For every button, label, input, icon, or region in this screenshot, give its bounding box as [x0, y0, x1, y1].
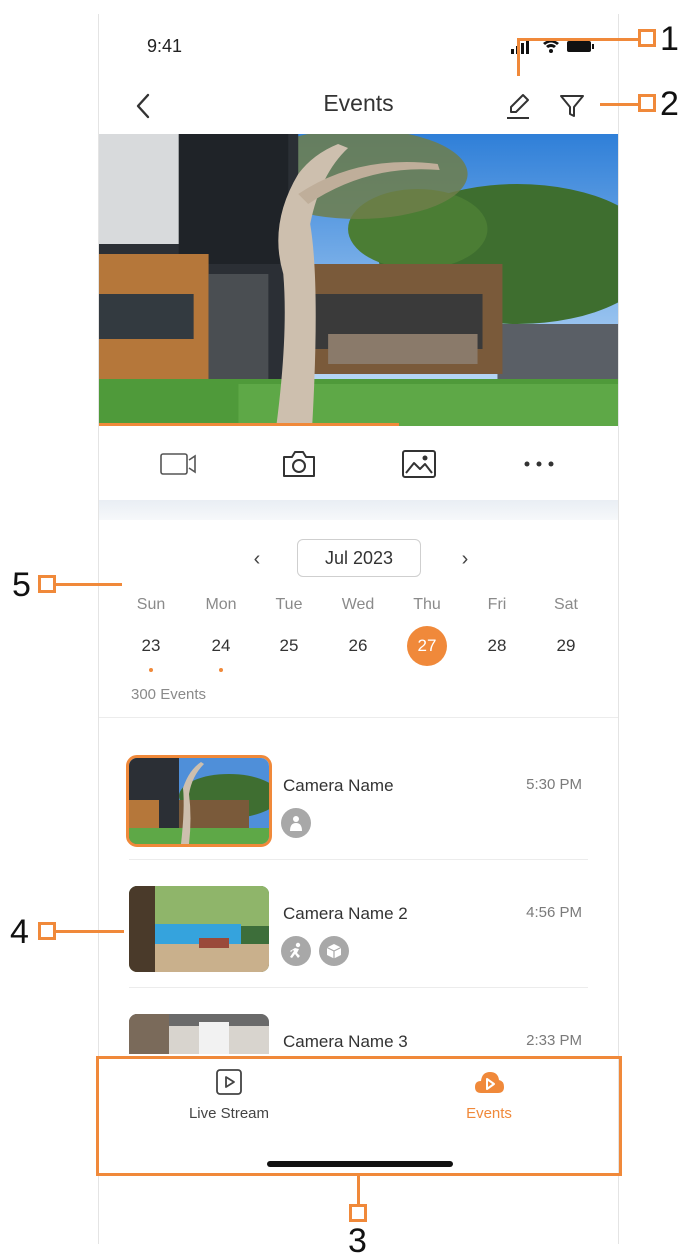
events-count: 300 Events [131, 686, 207, 703]
date-number: 28 [487, 636, 507, 655]
event-thumbnail-image [129, 886, 269, 972]
annotation-number: 4 [10, 913, 29, 951]
annotation-marker [638, 94, 656, 112]
wifi-icon [543, 40, 559, 53]
annotation-marker [349, 1204, 367, 1222]
package-icon [319, 936, 349, 966]
weekday-header: Sun Mon Tue Wed Thu Fri Sat [118, 596, 604, 620]
battery-icon [567, 41, 594, 52]
weekday-label: Mon [205, 596, 237, 613]
annotation-leader [600, 103, 638, 106]
status-time: 9:41 [147, 36, 183, 56]
record-video-button[interactable] [157, 446, 201, 482]
next-month-chevron-icon[interactable]: › [453, 547, 477, 571]
back-chevron-icon[interactable] [133, 92, 155, 120]
event-thumbnail[interactable] [129, 886, 269, 972]
event-row[interactable]: Camera Name 3 2:33 PM [99, 974, 618, 1054]
date-cell[interactable]: 29 [536, 626, 596, 666]
edit-pencil-icon[interactable] [503, 90, 533, 122]
annotation-leader [357, 1176, 360, 1206]
annotation-number: 1 [660, 20, 679, 58]
week-dates: 23 24 25 26 27 28 29 [118, 626, 604, 676]
event-list: Camera Name 5:30 PM Camera Name 2 4:56 P… [99, 718, 618, 1054]
annotation-number: 5 [12, 566, 31, 604]
annotation-marker [638, 29, 656, 47]
event-time: 2:33 PM [526, 1032, 582, 1049]
event-thumbnail-image [129, 758, 269, 844]
event-thumbnail[interactable] [129, 1014, 269, 1054]
date-number: 26 [348, 636, 368, 655]
event-badges [281, 808, 311, 838]
event-time: 5:30 PM [526, 776, 582, 793]
filter-funnel-icon[interactable] [557, 90, 587, 122]
date-cell[interactable]: 24 [191, 626, 251, 672]
event-camera-name: Camera Name 3 [283, 1032, 408, 1051]
event-camera-name: Camera Name 2 [283, 904, 408, 923]
weekday-label: Thu [413, 596, 441, 613]
annotation-frame-tabbar [96, 1056, 622, 1176]
date-cell[interactable]: 28 [467, 626, 527, 666]
annotation-number: 3 [348, 1222, 367, 1258]
event-row[interactable]: Camera Name 2 4:56 PM [99, 846, 618, 988]
date-cell[interactable]: 23 [121, 626, 181, 672]
annotation-marker [38, 575, 56, 593]
camera-icon [283, 451, 315, 477]
month-selector: ‹ Jul 2023 › [99, 539, 618, 579]
more-options-button[interactable] [517, 446, 561, 482]
snapshot-button[interactable] [277, 446, 321, 482]
annotation-leader [517, 38, 520, 76]
annotation-marker [38, 922, 56, 940]
event-badges [281, 936, 349, 966]
camera-preview-image[interactable] [99, 134, 618, 426]
person-icon [281, 808, 311, 838]
date-number: 24 [211, 636, 231, 655]
weekday-label: Tue [275, 596, 303, 613]
date-cell-selected[interactable]: 27 [397, 626, 457, 666]
date-cell[interactable]: 26 [328, 626, 388, 666]
video-camera-icon [160, 453, 196, 475]
month-picker-button[interactable]: Jul 2023 [297, 539, 421, 577]
date-number: 25 [279, 636, 299, 655]
event-thumbnail-image [129, 1014, 269, 1054]
weekday-label: Sun [136, 596, 166, 613]
prev-month-chevron-icon[interactable]: ‹ [245, 547, 269, 571]
image-gallery-icon [402, 450, 436, 478]
page-title: Events [323, 90, 394, 116]
date-cell[interactable]: 25 [259, 626, 319, 666]
status-bar: 9:41 [99, 14, 618, 74]
media-action-bar [99, 426, 618, 502]
running-person-icon [281, 936, 311, 966]
more-dots-icon [524, 461, 554, 467]
signal-icon [511, 40, 529, 54]
event-indicator-dot [149, 668, 153, 672]
event-thumbnail-selected[interactable] [126, 755, 272, 847]
nav-bar: Events [99, 78, 618, 134]
weekday-label: Wed [341, 596, 375, 613]
annotation-leader [520, 38, 638, 41]
annotation-number: 2 [660, 85, 679, 123]
date-number: 27 [417, 636, 437, 655]
section-separator [99, 500, 618, 520]
annotation-leader [56, 583, 122, 586]
event-time: 4:56 PM [526, 904, 582, 921]
event-indicator-dot [219, 668, 223, 672]
event-camera-name: Camera Name [283, 776, 394, 795]
weekday-label: Sat [553, 596, 578, 613]
date-number: 29 [556, 636, 576, 655]
event-row[interactable]: Camera Name 5:30 PM [99, 718, 618, 860]
gallery-button[interactable] [397, 446, 441, 482]
annotation-leader [56, 930, 124, 933]
weekday-label: Fri [487, 596, 507, 613]
date-number: 23 [141, 636, 161, 655]
